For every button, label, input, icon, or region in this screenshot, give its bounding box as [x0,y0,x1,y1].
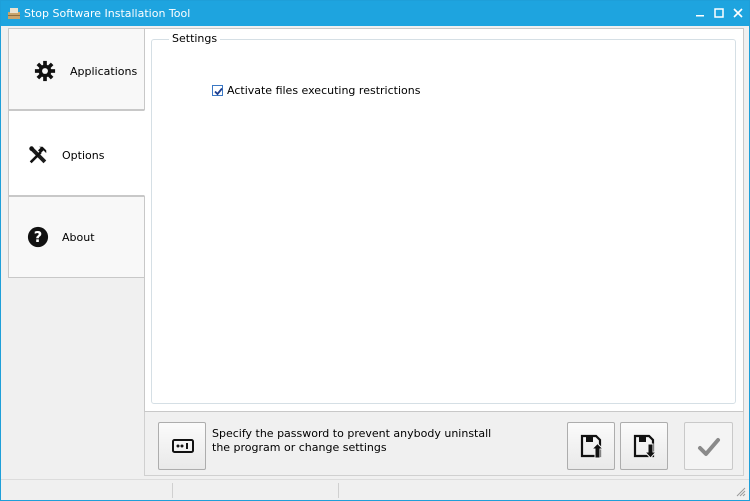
set-password-button[interactable] [158,422,206,470]
title-bar[interactable]: Stop Software Installation Tool [1,1,749,26]
question-icon: ? [27,226,49,248]
gear-icon [34,60,56,82]
password-hint-line2: the program or change settings [212,441,387,454]
maximize-icon [714,8,724,18]
app-icon [8,8,20,19]
settings-group-title: Settings [169,32,221,45]
restrictions-checkbox[interactable] [212,84,223,96]
status-bar [1,479,749,500]
nav-label-about: About [62,231,95,244]
password-hint-line1: Specify the password to prevent anybody … [212,427,492,440]
import-settings-button[interactable] [620,422,668,470]
restrictions-checkbox-row[interactable]: Activate files executing restrictions [212,83,420,97]
checkmark-icon [698,438,720,456]
save-export-icon [580,434,604,459]
status-separator [338,483,339,498]
password-hint: Specify the password to prevent anybody … [212,427,512,455]
close-icon [733,8,743,18]
password-icon [172,439,194,453]
close-button[interactable] [729,4,747,22]
app-window: Stop Software Installation Tool Applicat… [0,0,750,501]
nav-label-applications: Applications [70,65,138,78]
svg-text:?: ? [34,229,43,246]
window-title: Stop Software Installation Tool [24,7,191,20]
nav-item-about[interactable]: ? About [8,196,145,278]
maximize-button[interactable] [710,4,728,22]
minimize-icon [696,15,704,17]
restrictions-checkbox-label: Activate files executing restrictions [227,83,421,97]
nav-item-options[interactable]: Options [8,110,145,196]
minimize-button[interactable] [691,4,709,22]
status-separator [172,483,173,498]
nav-item-applications[interactable]: Applications [8,28,145,110]
export-settings-button[interactable] [567,422,615,470]
save-import-icon [633,434,657,459]
checkmark-icon [214,87,223,95]
apply-button[interactable] [684,422,733,470]
nav-label-options: Options [62,149,105,162]
tools-icon [29,146,47,164]
resize-grip-icon[interactable] [734,485,746,497]
